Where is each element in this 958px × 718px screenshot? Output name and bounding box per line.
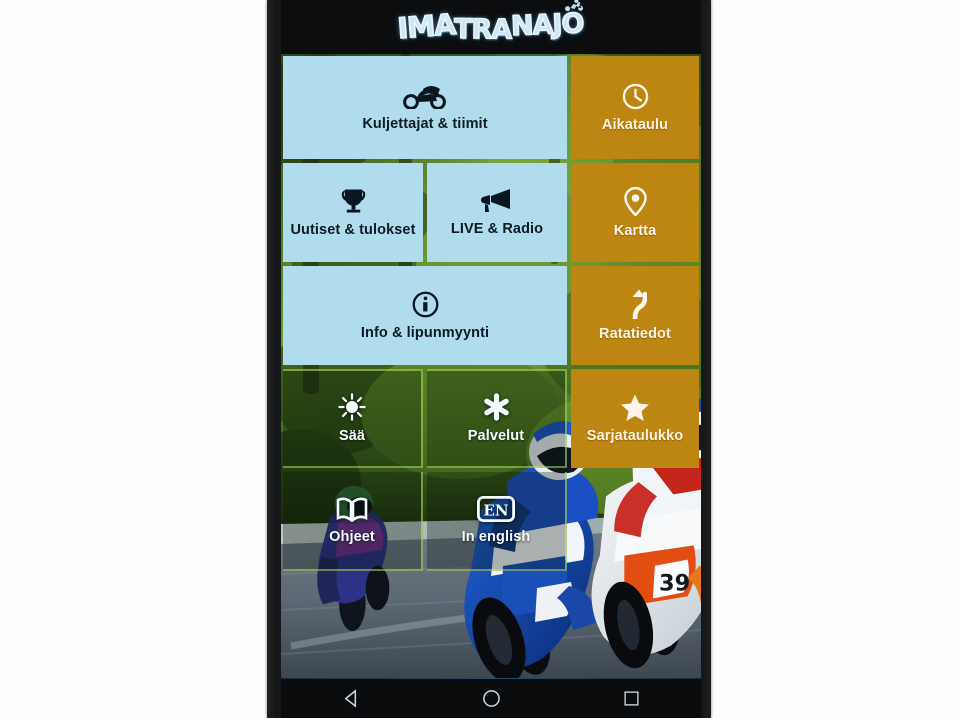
tile-label: Sää: [338, 428, 366, 444]
book-icon: [336, 496, 368, 523]
app-logo: IMATRANAJO: [395, 0, 584, 46]
sun-icon: [338, 393, 366, 421]
tile-kartta[interactable]: Kartta: [571, 163, 699, 262]
asterisk-icon: [483, 393, 510, 421]
info-circle-icon: [412, 291, 439, 318]
tile-label: Sarjataulukko: [586, 428, 684, 444]
tile-label: Uutiset & tulokset: [290, 222, 416, 238]
tile-palvelut[interactable]: Palvelut: [427, 369, 567, 468]
tile-uutiset-ja-tulokset[interactable]: Uutiset & tulokset: [283, 163, 423, 262]
tile-aikataulu[interactable]: Aikataulu: [571, 56, 699, 159]
nav-recents-button[interactable]: [604, 678, 658, 718]
phone-device: IMATRANAJO 39 Kuljettajat & tiimit Aikat…: [267, 0, 711, 718]
nav-home-button[interactable]: [464, 678, 518, 718]
tile-label: Kuljettajat & tiimit: [362, 116, 488, 132]
tile-saa[interactable]: Sää: [283, 369, 423, 468]
phone-screen: IMATRANAJO 39 Kuljettajat & tiimit Aikat…: [281, 0, 701, 678]
android-navigation-bar: [281, 678, 701, 718]
screenshot-canvas: IMATRANAJO 39 Kuljettajat & tiimit Aikat…: [0, 0, 958, 718]
tile-ohjeet[interactable]: Ohjeet: [283, 472, 423, 571]
tile-label: Ohjeet: [329, 529, 375, 545]
clock-icon: [622, 83, 649, 110]
triangle-left-icon: [344, 688, 356, 708]
tile-live-ja-radio[interactable]: LIVE & Radio: [427, 163, 567, 262]
star-icon: [620, 393, 650, 421]
tile-label: Info & lipunmyynti: [360, 324, 490, 341]
tile-label: Kartta: [613, 222, 657, 239]
tile-sarjataulukko[interactable]: Sarjataulukko: [571, 369, 699, 468]
svg-text:EN: EN: [483, 502, 508, 520]
tile-in-english[interactable]: EN In english: [427, 472, 567, 571]
circle-icon: [482, 689, 500, 707]
megaphone-icon: [480, 188, 514, 214]
tile-label: LIVE & Radio: [450, 221, 544, 237]
tile-label: Aikataulu: [601, 116, 669, 133]
trophy-icon: [341, 187, 366, 215]
winding-road-icon: [623, 289, 648, 321]
tile-label: Ratatiedot: [599, 326, 671, 342]
motorcycle-icon: [403, 83, 447, 110]
nav-back-button[interactable]: [324, 678, 378, 718]
tile-info-ja-lipunmyynti[interactable]: Info & lipunmyynti: [283, 266, 567, 365]
square-icon: [623, 690, 639, 706]
menu-grid: Kuljettajat & tiimit Aikataulu Uutiset &…: [281, 54, 701, 678]
en-badge-icon: EN: [476, 495, 516, 523]
tile-ratatiedot[interactable]: Ratatiedot: [571, 266, 699, 365]
tile-kuljettajat-ja-tiimit[interactable]: Kuljettajat & tiimit: [283, 56, 567, 159]
map-pin-icon: [623, 186, 647, 217]
app-logo-text: IMATRANAJO: [395, 7, 584, 46]
motorcycle-rider-icon: [565, 0, 584, 11]
tile-label: In english: [461, 529, 531, 545]
tile-label: Palvelut: [467, 428, 525, 444]
app-header: IMATRANAJO: [281, 0, 701, 54]
